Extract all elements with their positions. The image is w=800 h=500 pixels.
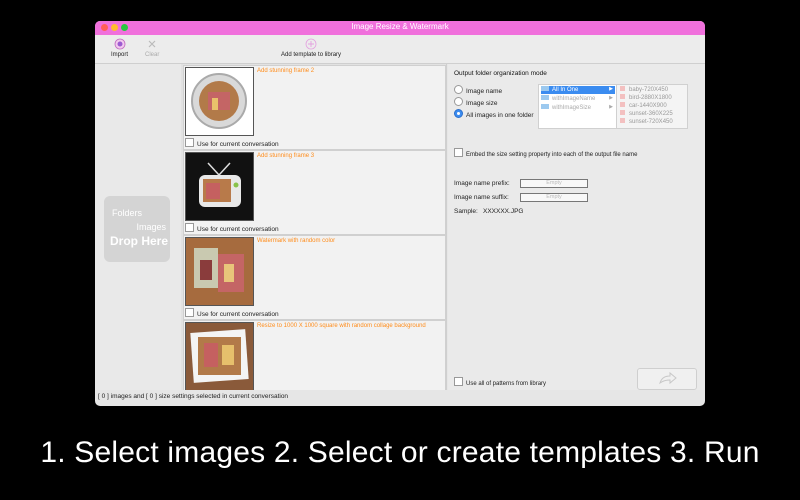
image-file-icon (620, 86, 625, 91)
folder-option-label: withImageName (552, 96, 596, 102)
clear-icon (146, 38, 158, 50)
embed-size-checkbox-row[interactable]: Embed the size setting property into eac… (454, 148, 637, 158)
output-mode-header: Output folder organization mode (454, 70, 547, 77)
file-item: baby-720X450 (620, 86, 668, 93)
checkbox[interactable] (185, 308, 194, 317)
use-all-label: Use all of patterns from library (466, 381, 547, 387)
radio-all-in-one[interactable]: All images in one folder (454, 109, 534, 119)
radio-button-selected[interactable] (454, 109, 463, 118)
image-file-icon (620, 102, 625, 107)
checkbox[interactable] (185, 138, 194, 147)
use-checkbox-row[interactable]: Use for current conversation (185, 223, 279, 233)
clear-label: Clear (145, 52, 160, 58)
prefix-label: Image name prefix: (454, 180, 510, 187)
file-item: sunset-360X225 (620, 110, 673, 117)
template-title: Add stunning frame 3 (257, 153, 315, 159)
folder-option[interactable]: withImageName ▶ (541, 95, 615, 103)
template-card[interactable]: Add stunning frame 2 Use for current con… (183, 65, 446, 150)
radio-button[interactable] (454, 85, 463, 94)
folder-option[interactable]: withImageSize ▶ (541, 104, 615, 112)
import-label: Import (111, 52, 129, 58)
title-bar: Image Resize & Watermark (95, 21, 705, 35)
template-card[interactable]: Watermark with random color Use for curr… (183, 235, 446, 320)
radio-label: Image name (466, 88, 503, 95)
template-title: Watermark with random color (257, 238, 336, 244)
template-card[interactable]: Add stunning frame 3 Use for current con… (183, 150, 446, 235)
run-button[interactable] (637, 368, 697, 390)
radio-image-size[interactable]: Image size (454, 97, 497, 107)
file-name: sunset-720X450 (629, 119, 673, 125)
prefix-input[interactable]: Empty (520, 179, 588, 188)
image-file-icon (620, 110, 625, 115)
file-item: bird-2880X1800 (620, 94, 672, 101)
image-file-icon (620, 94, 625, 99)
chevron-right-icon: ▶ (609, 104, 613, 110)
template-thumbnail (185, 67, 254, 136)
import-button[interactable]: Import (111, 38, 128, 58)
file-item: car-1440X900 (620, 102, 667, 109)
radio-button[interactable] (454, 97, 463, 106)
folder-icon (541, 104, 549, 109)
drop-zone-panel[interactable]: Folders Images Drop Here (95, 64, 182, 390)
template-title: Resize to 1000 X 1000 square with random… (257, 323, 426, 329)
sample-file-list: baby-720X450 bird-2880X1800 car-1440X900… (616, 84, 688, 129)
folder-option-label: withImageSize (552, 105, 592, 111)
sample-label: Sample: (454, 208, 478, 215)
image-file-icon (620, 118, 625, 123)
folder-mode-list[interactable]: All In One ▶ withImageName ▶ withImageSize… (538, 84, 618, 129)
file-name: sunset-360X225 (629, 111, 673, 117)
status-bar-text: [ 0 ] images and [ 0 ] size settings sel… (98, 393, 289, 400)
drop-folders-text: Folders (112, 208, 143, 218)
drop-zone[interactable]: Folders Images Drop Here (104, 196, 170, 262)
template-thumbnail (185, 152, 254, 221)
suffix-input[interactable]: Empty (520, 193, 588, 202)
use-all-patterns-row[interactable]: Use all of patterns from library (454, 377, 546, 387)
checkbox[interactable] (454, 377, 463, 386)
use-checkbox-row[interactable]: Use for current conversation (185, 138, 279, 148)
suffix-label: Image name suffix: (454, 194, 509, 201)
file-name: car-1440X900 (629, 103, 667, 109)
file-name: baby-720X450 (629, 87, 669, 93)
sample-value: XXXXXX.JPG (483, 208, 524, 215)
radio-image-name[interactable]: Image name (454, 85, 502, 95)
output-settings-panel: Output folder organization mode Image na… (448, 64, 705, 390)
file-item: sunset-720X450 (620, 118, 673, 125)
add-icon (305, 38, 317, 50)
template-thumbnail (185, 237, 254, 306)
template-card[interactable]: Resize to 1000 X 1000 square with random… (183, 320, 446, 390)
folder-option[interactable]: All In One ▶ (541, 86, 615, 94)
chevron-right-icon: ▶ (609, 95, 613, 101)
use-label: Use for current conversation (197, 226, 279, 233)
checkbox[interactable] (185, 223, 194, 232)
add-template-label: Add template to library (281, 52, 342, 58)
window-title: Image Resize & Watermark (351, 22, 449, 31)
app-window: Image Resize & Watermark Import Clear Ad… (95, 21, 705, 406)
template-thumbnail (185, 322, 254, 390)
template-title: Add stunning frame 2 (257, 68, 315, 74)
file-name: bird-2880X1800 (629, 95, 672, 101)
use-label: Use for current conversation (197, 311, 279, 318)
template-list[interactable]: Add stunning frame 2 Use for current con… (181, 64, 447, 390)
promo-caption: 1. Select images 2. Select or create tem… (40, 436, 760, 469)
folder-icon (541, 95, 549, 100)
drop-here-text: Drop Here (110, 234, 169, 248)
add-template-button[interactable]: Add template to library (281, 38, 341, 58)
drop-images-text: Images (136, 222, 166, 232)
embed-label: Embed the size setting property into eac… (466, 152, 638, 158)
clear-button[interactable]: Clear (145, 38, 159, 58)
checkbox[interactable] (454, 148, 463, 157)
toolbar: Import Clear Add template to library (95, 35, 705, 64)
share-arrow-icon (659, 371, 677, 385)
radio-label: Image size (466, 100, 498, 107)
import-icon (114, 38, 126, 50)
folder-option-label: All In One (552, 87, 579, 93)
chevron-right-icon: ▶ (609, 86, 613, 92)
use-label: Use for current conversation (197, 141, 279, 148)
radio-label: All images in one folder (466, 112, 534, 119)
folder-icon (541, 86, 549, 91)
use-checkbox-row[interactable]: Use for current conversation (185, 308, 279, 318)
